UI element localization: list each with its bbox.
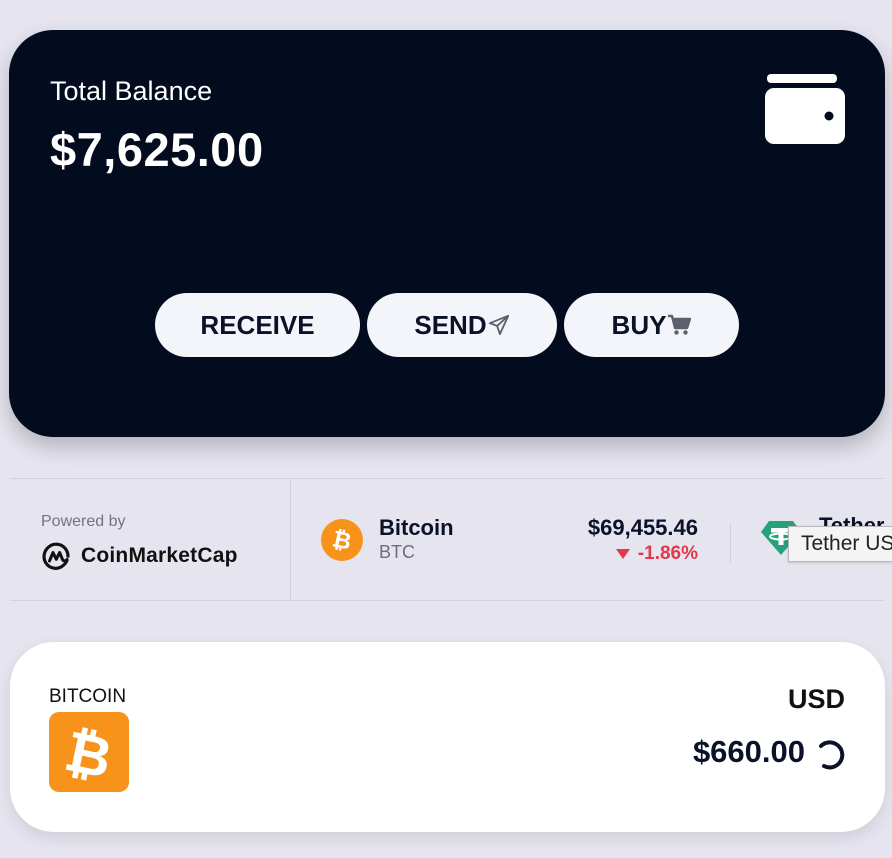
bitcoin-icon: ₿ (321, 519, 363, 561)
send-button-label: SEND (414, 309, 487, 340)
asset-currency: USD (787, 684, 845, 714)
coin-change-value: -1.86% (637, 543, 698, 564)
paper-plane-icon (488, 314, 509, 336)
total-balance-label: Total Balance (50, 76, 213, 106)
down-triangle-icon (615, 549, 630, 559)
coin-price: $69,455.46 (587, 515, 698, 540)
bitcoin-icon: ₿ (49, 712, 129, 792)
cart-icon (668, 314, 692, 335)
receive-button-label: RECEIVE (200, 309, 315, 340)
tooltip: Tether US (788, 526, 892, 562)
asset-value: $660.00 (692, 734, 805, 769)
buy-button-label: BUY (611, 309, 667, 340)
coinmarketcap-logo[interactable]: CoinMarketCap (40, 540, 238, 572)
coin-change: -1.86% (615, 543, 698, 565)
balance-card: Total Balance $7,625.00 RECEIVE SEND BUY (9, 30, 885, 437)
asset-label: BITCOIN (49, 686, 127, 707)
send-button[interactable]: SEND (367, 293, 557, 357)
total-balance-value: $7,625.00 (50, 123, 264, 176)
buy-button[interactable]: BUY (564, 293, 739, 357)
ticker-divider (730, 523, 731, 563)
wallet-icon (765, 74, 845, 144)
powered-by-label: Powered by (41, 513, 126, 530)
price-ticker: Powered by CoinMarketCap ₿ Bitcoin BTC $… (10, 478, 884, 601)
asset-card[interactable]: BITCOIN ₿ USD $660.00 (10, 642, 885, 832)
receive-button[interactable]: RECEIVE (155, 293, 360, 357)
coin-name[interactable]: Bitcoin (379, 515, 454, 541)
ticker-brand: Powered by CoinMarketCap (10, 479, 291, 600)
coinmarketcap-logo-icon (42, 542, 70, 570)
coin-symbol: BTC (379, 542, 415, 562)
loading-spinner-icon (819, 740, 845, 770)
coinmarketcap-name: CoinMarketCap (81, 544, 238, 567)
